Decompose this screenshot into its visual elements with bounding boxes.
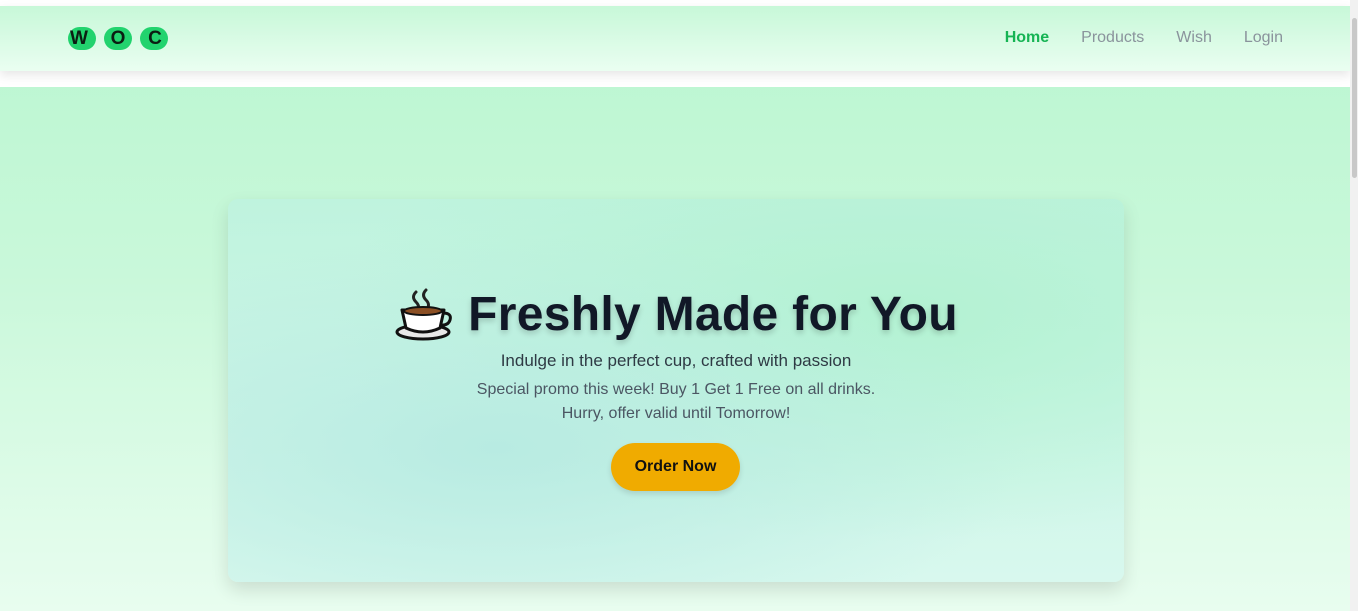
hero-subtitle: Indulge in the perfect cup, crafted with…: [500, 351, 852, 370]
scrollbar-thumb[interactable]: [1352, 18, 1357, 178]
main-nav: Home Products Wish Login: [1005, 28, 1283, 48]
page: W O C Home Products Wish Login Freshly M…: [0, 0, 1350, 611]
logo-letter-c: C: [148, 28, 162, 49]
nav-link-products[interactable]: Products: [1081, 28, 1144, 48]
promo-text-line-1: Special promo this week! Buy 1 Get 1 Fre…: [476, 381, 876, 398]
order-now-button[interactable]: Order Now: [611, 443, 740, 491]
hero-title-text: Freshly Made for You: [468, 288, 958, 341]
nav-link-login[interactable]: Login: [1244, 28, 1283, 48]
logo-letter-w: W: [70, 28, 88, 49]
brand-logo[interactable]: W O C: [68, 27, 168, 50]
hero-card: Freshly Made for You Indulge in the perf…: [228, 199, 1124, 582]
nav-gap: [0, 71, 1350, 87]
navbar: W O C Home Products Wish Login: [0, 6, 1350, 71]
vertical-scrollbar[interactable]: [1350, 0, 1358, 611]
hero-title: Freshly Made for You: [228, 287, 1124, 342]
promo-text-line-2: Hurry, offer valid until Tomorrow!: [561, 405, 791, 422]
nav-link-wish[interactable]: Wish: [1176, 28, 1212, 48]
coffee-cup-icon: [394, 288, 452, 342]
logo-letter-o: O: [110, 28, 126, 49]
nav-link-home[interactable]: Home: [1005, 28, 1049, 48]
